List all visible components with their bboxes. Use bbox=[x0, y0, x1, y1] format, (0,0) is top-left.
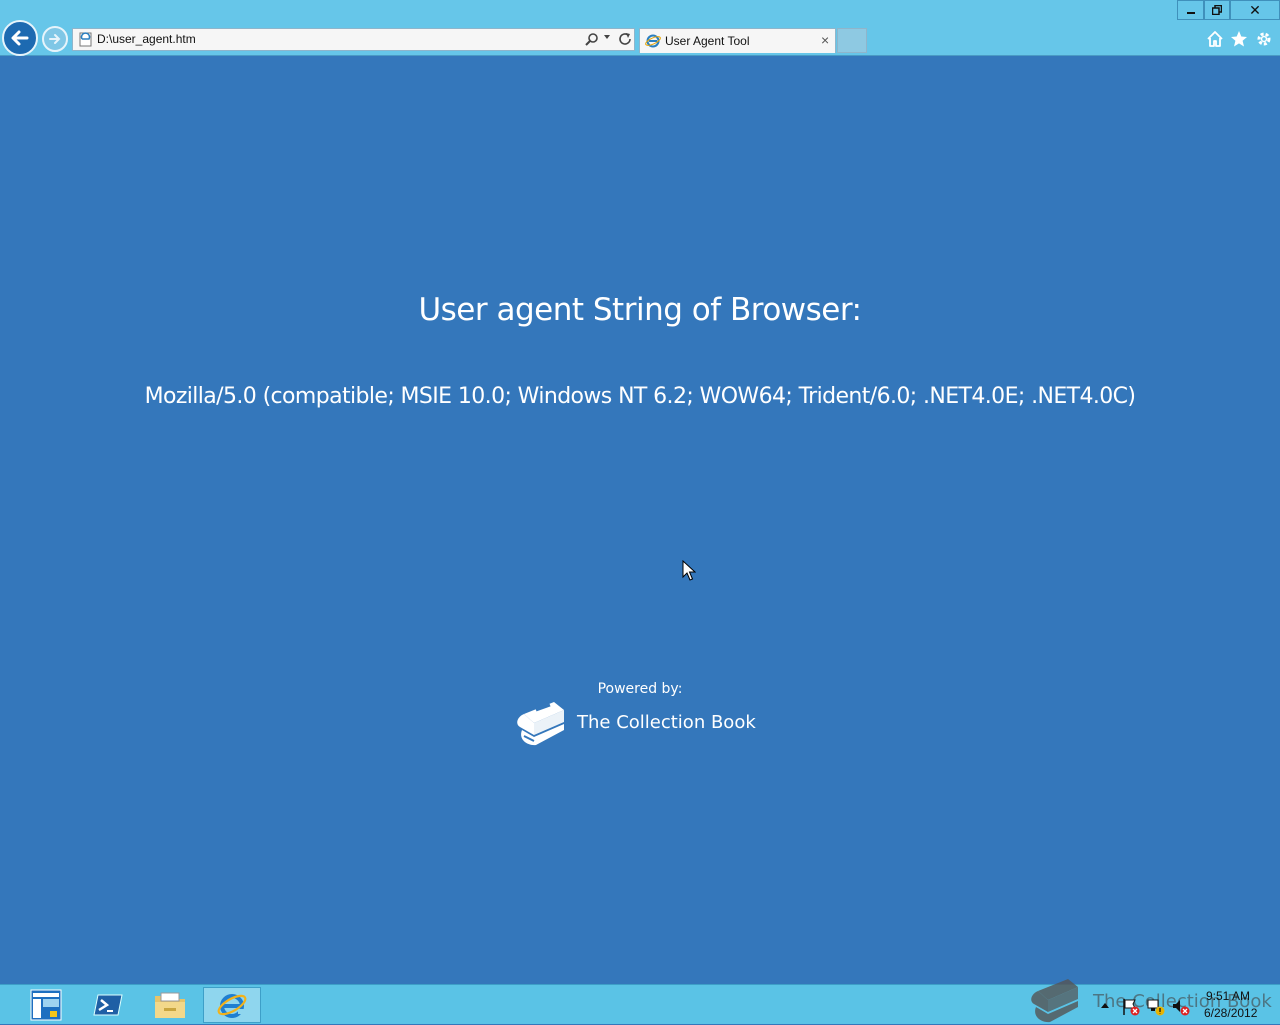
tab-user-agent-tool[interactable]: User Agent Tool × bbox=[639, 28, 836, 53]
minimize-button[interactable] bbox=[1177, 0, 1204, 20]
page-icon bbox=[79, 32, 92, 47]
user-agent-string: Mozilla/5.0 (compatible; MSIE 10.0; Wind… bbox=[144, 384, 1136, 409]
close-button[interactable]: ✕ bbox=[1230, 0, 1280, 20]
powershell-button[interactable] bbox=[80, 987, 136, 1023]
book-watermark-icon bbox=[1031, 979, 1078, 1023]
back-button[interactable] bbox=[2, 20, 38, 56]
server-manager-button[interactable] bbox=[18, 987, 74, 1023]
gear-icon[interactable] bbox=[1255, 30, 1273, 48]
search-icon[interactable] bbox=[585, 32, 599, 46]
ie-icon bbox=[217, 994, 247, 1018]
refresh-icon[interactable] bbox=[617, 31, 633, 47]
new-tab-button[interactable] bbox=[837, 28, 867, 53]
show-hidden-icons-icon[interactable] bbox=[1100, 1001, 1110, 1009]
address-text[interactable]: D:\user_agent.htm bbox=[97, 32, 196, 46]
book-logo-icon bbox=[517, 702, 564, 746]
tab-close-button[interactable]: × bbox=[821, 32, 829, 48]
file-explorer-button[interactable] bbox=[142, 987, 198, 1023]
folder-icon bbox=[155, 992, 185, 1018]
tab-label: User Agent Tool bbox=[665, 34, 750, 48]
powered-by-label: Powered by: bbox=[597, 681, 683, 697]
restore-icon bbox=[1212, 5, 1222, 15]
minimize-icon bbox=[1186, 12, 1195, 14]
clock-time[interactable]: 9:51 AM bbox=[1206, 989, 1250, 1003]
back-arrow-icon bbox=[11, 30, 29, 46]
chevron-down-icon[interactable] bbox=[603, 33, 611, 41]
taskbar: The Collection Book 9:51 AM 6/28/2012 bbox=[0, 979, 1280, 1024]
action-center-flag-icon[interactable] bbox=[1121, 998, 1141, 1016]
internet-explorer-button[interactable] bbox=[203, 987, 261, 1023]
server-manager-icon bbox=[30, 989, 62, 1021]
volume-icon[interactable] bbox=[1171, 998, 1191, 1016]
clock-date[interactable]: 6/28/2012 bbox=[1204, 1006, 1257, 1020]
browser-toolbar: D:\user_agent.htm User Agent Tool × ✕ bbox=[0, 0, 1280, 56]
network-icon[interactable] bbox=[1146, 998, 1166, 1016]
ie-icon bbox=[645, 34, 661, 48]
forward-button[interactable] bbox=[42, 26, 68, 52]
page-heading: User agent String of Browser: bbox=[418, 292, 862, 328]
favorites-star-icon[interactable] bbox=[1230, 30, 1248, 48]
restore-button[interactable] bbox=[1204, 0, 1230, 20]
address-bar[interactable]: D:\user_agent.htm bbox=[72, 28, 635, 51]
home-icon[interactable] bbox=[1206, 30, 1224, 48]
mouse-cursor-icon bbox=[682, 560, 696, 581]
powershell-icon bbox=[93, 994, 123, 1016]
brand-name: The Collection Book bbox=[577, 712, 756, 733]
forward-arrow-icon bbox=[49, 34, 61, 44]
